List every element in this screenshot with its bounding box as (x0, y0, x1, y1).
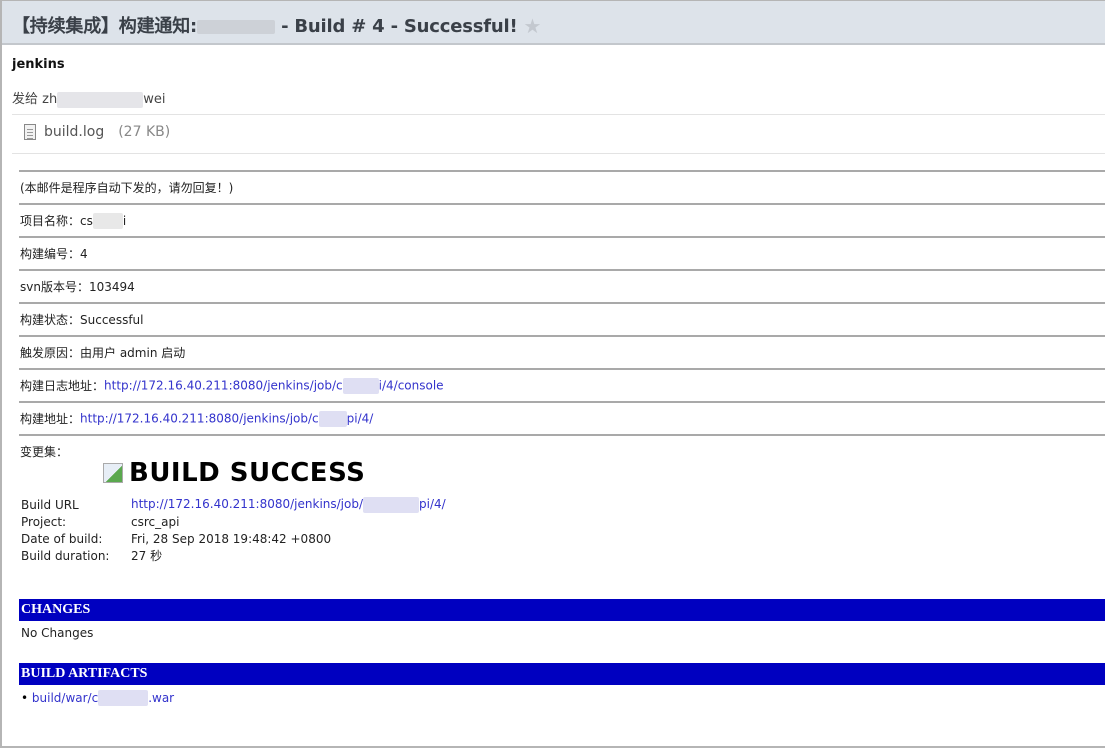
redacted-text (197, 20, 275, 34)
divider (12, 114, 1105, 115)
notice-row: (本邮件是程序自动下发的，请勿回复！) (19, 170, 1105, 203)
redacted-text (318, 410, 347, 427)
notification-body: (本邮件是程序自动下发的，请勿回复！) 项目名称： cs i 构建编号： 4 svn版… (19, 170, 1105, 467)
build-artifacts-header: BUILD ARTIFACTS (19, 663, 1105, 685)
project-name-row: 项目名称： cs i (19, 203, 1105, 236)
trigger-cause-row: 触发原因： 由用户 admin 启动 (19, 335, 1105, 368)
table-row: Build duration: 27 秒 (21, 548, 163, 564)
build-details-table: Build URL http://172.16.40.211:8080/jenki… (21, 496, 446, 564)
build-url-row: 构建地址： http://172.16.40.211:8080/jenkins/j… (19, 401, 1105, 434)
list-item: build/war/c.war (21, 690, 174, 706)
email-subject: 【持续集成】构建通知: - Build # 4 - Successful! ★ (12, 14, 542, 38)
table-row: Date of build: Fri, 28 Sep 2018 19:48:42 … (21, 531, 332, 546)
build-log-url-row: 构建日志地址： http://172.16.40.211:8080/jenkins… (19, 368, 1105, 401)
build-success-heading: BUILD SUCCESS (103, 458, 365, 488)
divider (12, 153, 1105, 154)
redacted-text (57, 91, 144, 108)
build-status-row: 构建状态： Successful (19, 302, 1105, 335)
subject-bar: 【持续集成】构建通知: - Build # 4 - Successful! ★ (2, 1, 1105, 45)
changes-header: CHANGES (19, 599, 1105, 621)
build-link[interactable]: http://172.16.40.211:8080/jenkins/job/c p… (80, 410, 373, 427)
build-log-link[interactable]: http://172.16.40.211:8080/jenkins/job/c i… (104, 377, 444, 394)
artifact-list: build/war/c.war (21, 690, 174, 706)
attachment-size: (27 KB) (118, 124, 171, 140)
star-icon[interactable]: ★ (524, 14, 542, 38)
redacted-text (363, 496, 420, 513)
build-number-row: 构建编号： 4 (19, 236, 1105, 269)
build-url-link[interactable]: http://172.16.40.211:8080/jenkins/job/pi… (131, 496, 446, 513)
file-text-icon (24, 124, 36, 140)
changes-text: No Changes (21, 626, 94, 640)
table-row: Build URL http://172.16.40.211:8080/jenki… (21, 496, 446, 513)
sender-name: jenkins (12, 57, 65, 72)
artifact-link[interactable]: build/war/c .war (32, 690, 174, 706)
redacted-text (342, 377, 379, 394)
broken-image-icon (103, 463, 123, 483)
redacted-text (98, 690, 149, 706)
redacted-text (92, 212, 123, 229)
attachment-name[interactable]: build.log (44, 124, 104, 140)
attachment-build-log[interactable]: build.log (27 KB) (24, 124, 170, 140)
recipient-line: 发给 zh wei (12, 91, 166, 108)
svn-revision-row: svn版本号： 103494 (19, 269, 1105, 302)
table-row: Project: csrc_api (21, 514, 180, 529)
